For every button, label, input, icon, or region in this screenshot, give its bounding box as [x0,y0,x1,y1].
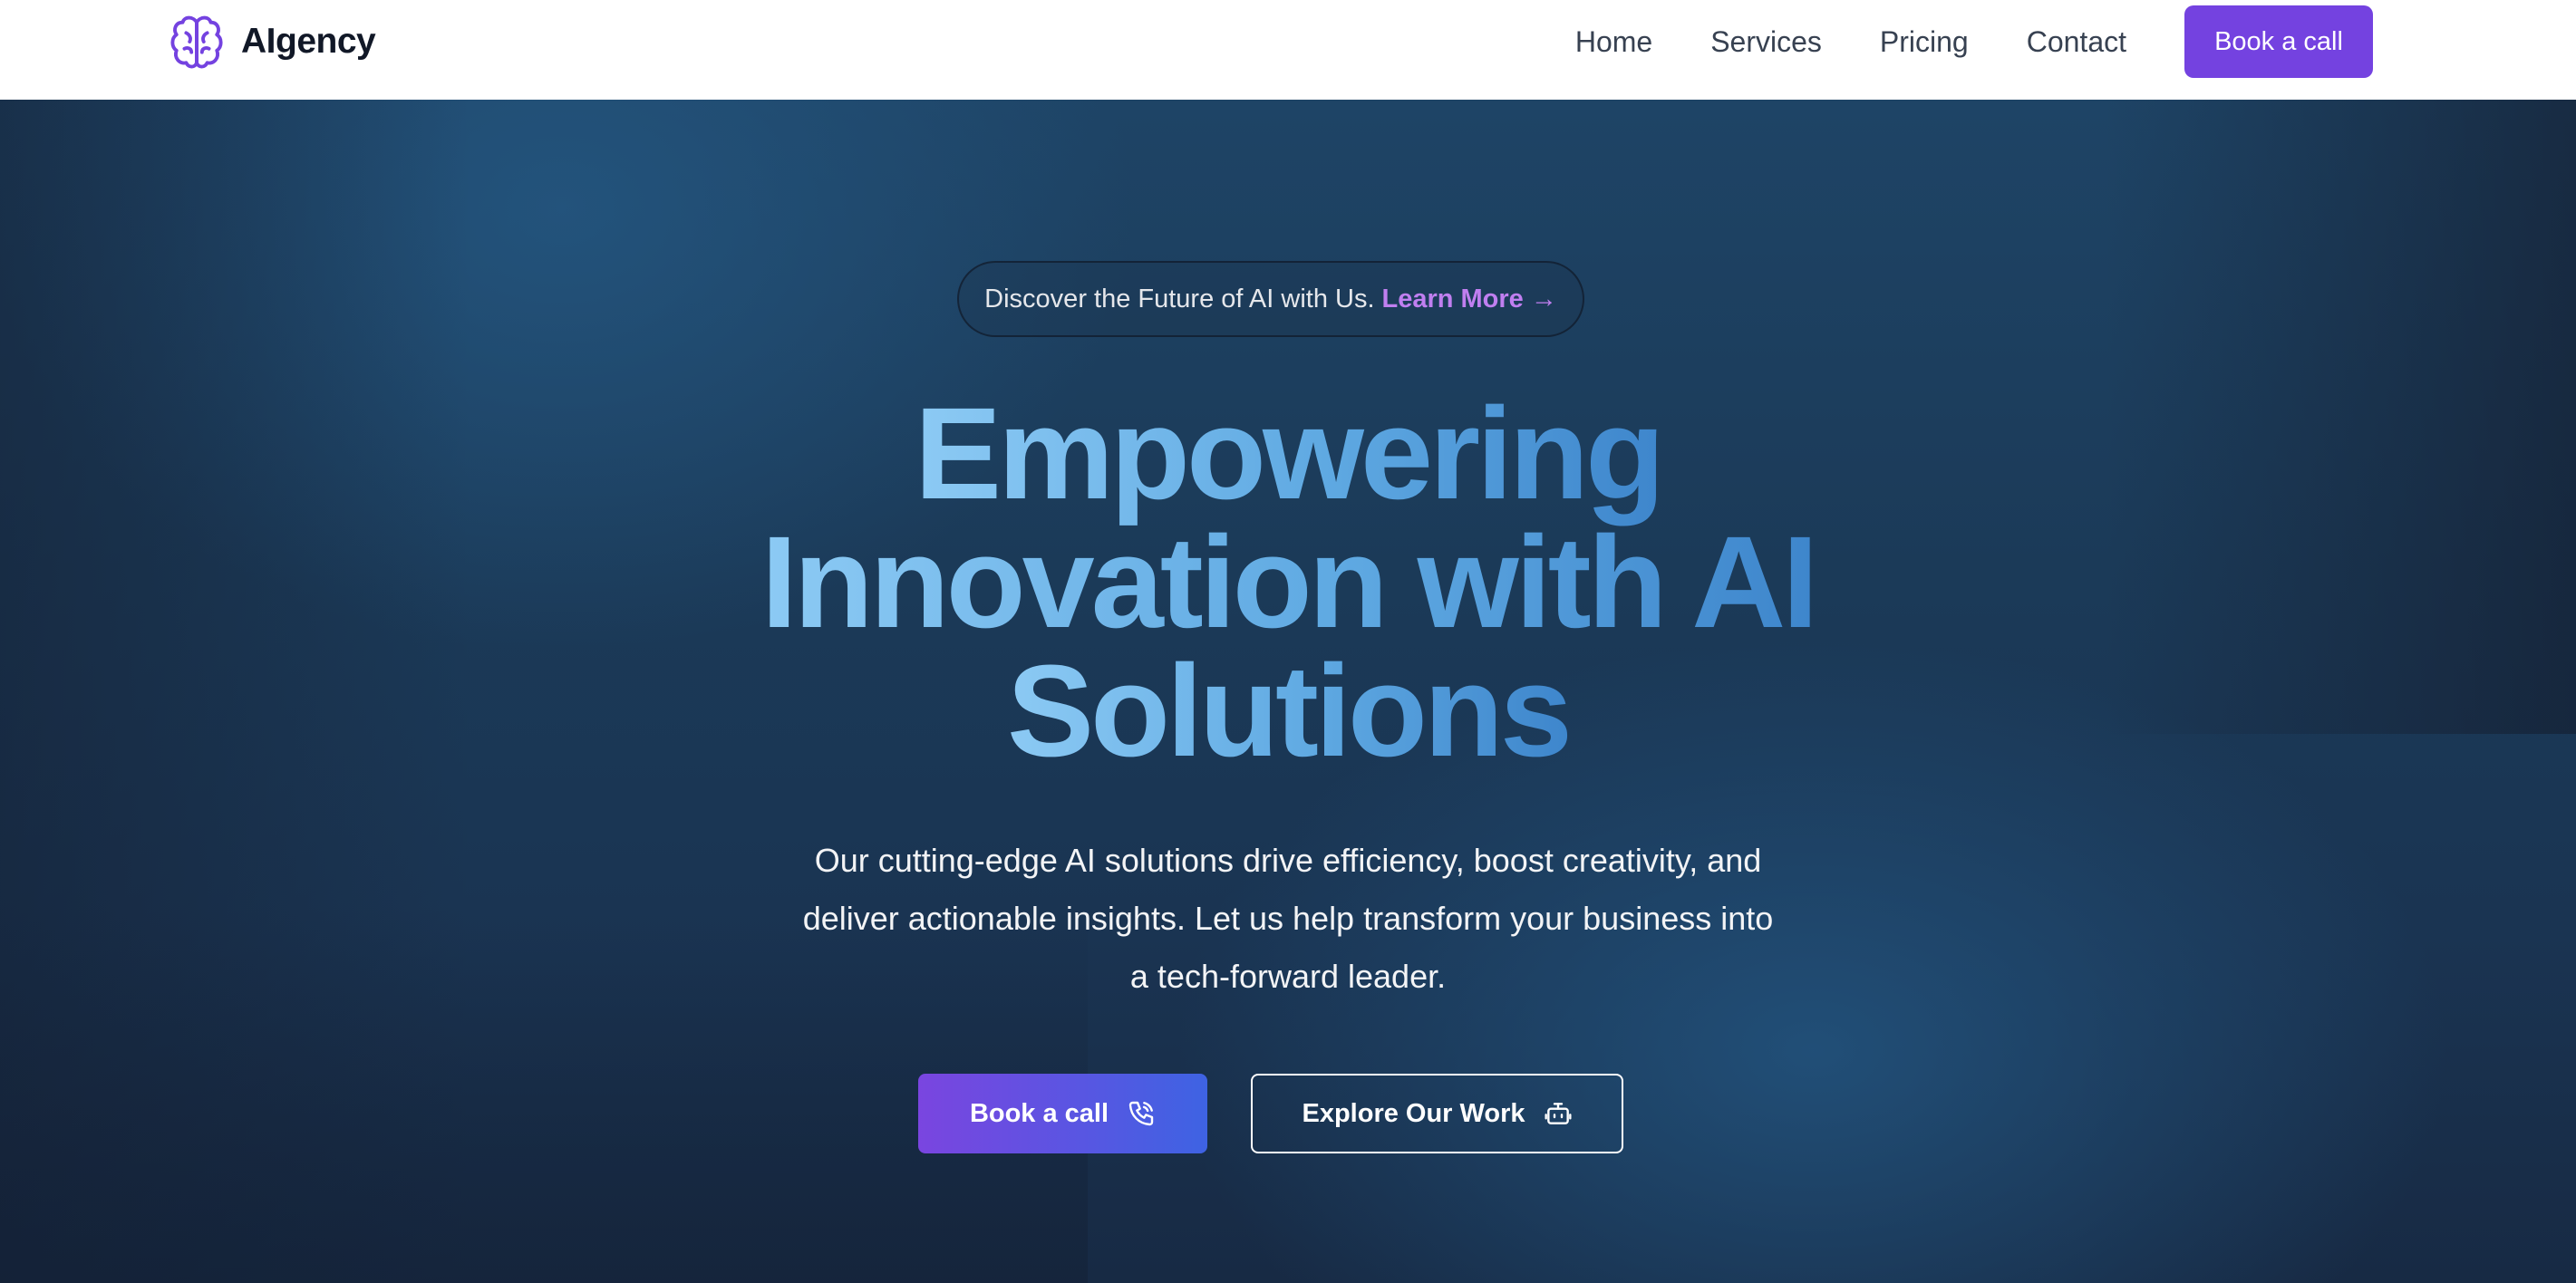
brain-icon [170,15,223,69]
hero-headline: Empowering Innovation with AI Solutions [0,389,2576,777]
brand-logo[interactable]: AIgency [169,13,376,71]
top-navbar: AIgency Home Services Pricing Contact Bo… [0,0,2576,100]
announcement-text: Discover the Future of AI with Us. [984,284,1375,314]
headline-line-3: Solutions [1007,638,1573,784]
announcement-pill: Discover the Future of AI with Us. Learn… [957,261,1584,337]
robot-icon [1544,1103,1572,1124]
explore-work-label: Explore Our Work [1302,1098,1525,1128]
learn-more-link[interactable]: Learn More [1382,285,1524,314]
nav-links: Home Services Pricing Contact Book a cal… [1575,5,2373,78]
nav-link-home[interactable]: Home [1575,25,1652,59]
headline-line-2: Innovation with AI [760,509,1819,655]
arrow-right-icon[interactable]: → [1531,285,1557,314]
hero-section: Discover the Future of AI with Us. Learn… [0,100,2576,1283]
explore-work-button[interactable]: Explore Our Work [1251,1074,1623,1153]
headline-line-1: Empowering [914,381,1665,526]
phone-icon [1128,1101,1154,1126]
nav-link-services[interactable]: Services [1710,25,1822,59]
nav-link-contact[interactable]: Contact [2027,25,2126,59]
hero-subtitle: Our cutting-edge AI solutions drive effi… [802,842,1774,995]
nav-link-pricing[interactable]: Pricing [1880,25,1969,59]
hero-book-call-button[interactable]: Book a call [918,1074,1207,1153]
brand-name: AIgency [241,22,376,61]
hero-book-call-label: Book a call [969,1098,1109,1128]
nav-book-call-button[interactable]: Book a call [2184,5,2373,78]
